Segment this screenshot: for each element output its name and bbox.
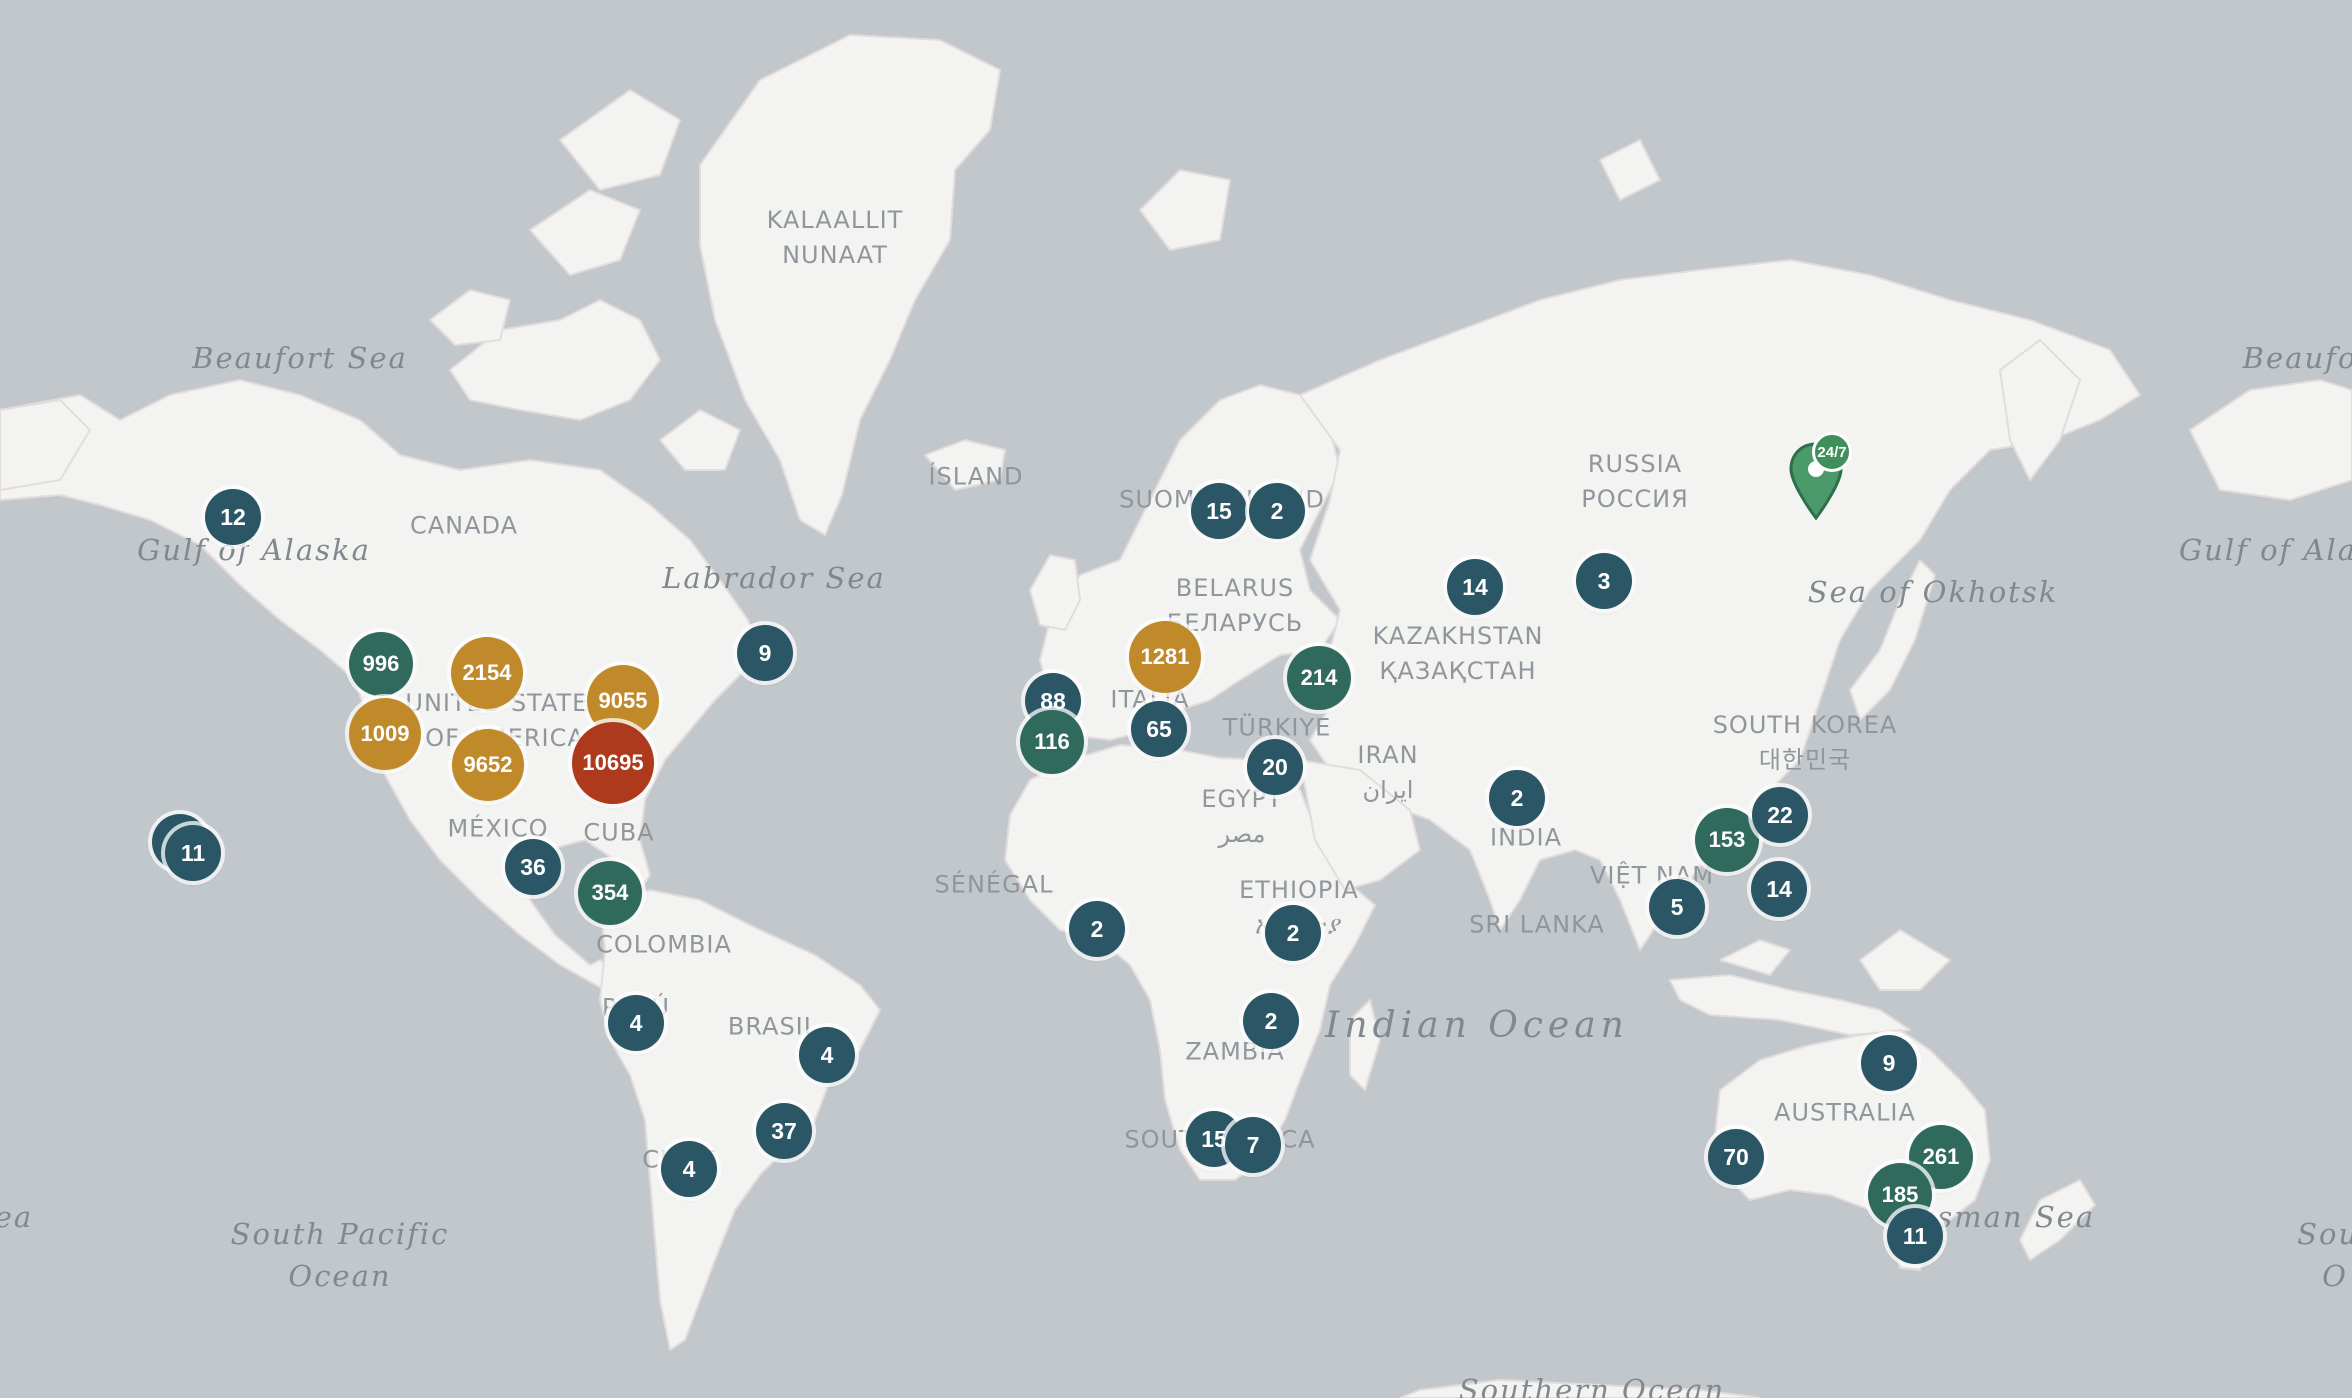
cluster-marker-turkey[interactable]: 214 [1287,646,1351,710]
label-kazakhstan: KAZAKHSTAN ҚАЗАҚСТАН [1372,622,1544,685]
label-gulf-of-alaska-right: Gulf of Ala [2179,532,2352,567]
cluster-marker-peru[interactable]: 4 [608,995,664,1051]
label-south-pacific: South Pacific Ocean [230,1216,450,1293]
se-asia-islands-shape [1669,974,1911,1036]
label-sea-of-okhotsk: Sea of Okhotsk [1807,574,2059,609]
cluster-marker-italy[interactable]: 65 [1131,701,1187,757]
support-badge[interactable]: 24/7 [1812,432,1852,472]
cluster-marker-finland[interactable]: 2 [1249,483,1305,539]
cluster-marker-california[interactable]: 1009 [349,698,421,770]
cluster-marker-central-america[interactable]: 36 [505,839,561,895]
label-australia: AUSTRALIA [1774,1098,1916,1127]
cluster-marker-russia[interactable]: 3 [1576,553,1632,609]
cluster-marker-brazil-ne[interactable]: 4 [799,1027,855,1083]
cluster-marker-se-asia[interactable]: 5 [1649,879,1705,935]
cluster-marker-india[interactable]: 2 [1489,770,1545,826]
cluster-marker-east-africa[interactable]: 2 [1265,905,1321,961]
cluster-marker-tasmania[interactable]: 11 [1887,1208,1943,1264]
label-beaufort-sea: Beaufort Sea [192,340,408,375]
cluster-marker-southeast[interactable]: 10695 [572,722,654,804]
cluster-marker-south-africa-b[interactable]: 7 [1225,1117,1281,1173]
cluster-marker-perth[interactable]: 70 [1708,1129,1764,1185]
label-southern-ocean: Southern Ocean [1458,1372,1726,1398]
label-cuba: CUBA [583,818,655,847]
cluster-marker-texas[interactable]: 9652 [452,729,524,801]
cluster-marker-philippines[interactable]: 14 [1751,861,1807,917]
label-canada: CANADA [409,511,519,540]
cluster-marker-sweden[interactable]: 15 [1191,483,1247,539]
cluster-marker-brazil-s[interactable]: 37 [756,1103,812,1159]
cluster-marker-chile[interactable]: 4 [661,1141,717,1197]
cluster-marker-hawaii-b[interactable]: 11 [165,825,221,881]
label-sea-left: ea [0,1199,34,1234]
label-labrador-sea: Labrador Sea [662,560,886,595]
cluster-marker-china-south[interactable]: 153 [1695,808,1759,872]
cluster-marker-kazakhstan[interactable]: 14 [1447,559,1503,615]
label-island: ÍSLAND [928,462,1024,491]
cluster-marker-middle-east[interactable]: 20 [1247,739,1303,795]
world-map[interactable]: KALAALLIT NUNAAT Beaufort Sea Beaufo CANA… [0,0,2352,1398]
label-india: INDIA [1489,823,1563,852]
label-senegal: SÉNÉGAL [934,870,1054,899]
cluster-marker-alaska[interactable]: 12 [205,489,261,545]
cluster-marker-taiwan[interactable]: 22 [1752,787,1808,843]
label-iran: IRAN ایران [1357,741,1419,804]
cluster-marker-australia-n[interactable]: 9 [1861,1035,1917,1091]
cluster-marker-newfoundland[interactable]: 9 [737,625,793,681]
label-beaufort-sea-right: Beaufo [2242,340,2352,375]
label-south-korea: SOUTH KOREA 대한민국 [1712,711,1898,774]
cluster-marker-central-europe[interactable]: 1281 [1129,621,1201,693]
label-south-pacific-right: SoutO [2297,1216,2352,1293]
cluster-marker-spain[interactable]: 116 [1020,710,1084,774]
label-russia: RUSSIA РОССИЯ [1581,450,1689,513]
cluster-marker-seattle[interactable]: 996 [349,632,413,696]
label-greenland: KALAALLIT NUNAAT [766,206,904,269]
cluster-marker-west-africa[interactable]: 2 [1069,901,1125,957]
cluster-marker-mozambique[interactable]: 2 [1243,993,1299,1049]
label-sri-lanka: SRI LANKA [1469,910,1605,939]
label-colombia: COLOMBIA [596,930,732,959]
label-indian-ocean: Indian Ocean [1325,1004,1629,1046]
cluster-marker-mountain[interactable]: 2154 [451,637,523,709]
cluster-marker-caribbean[interactable]: 354 [578,861,642,925]
